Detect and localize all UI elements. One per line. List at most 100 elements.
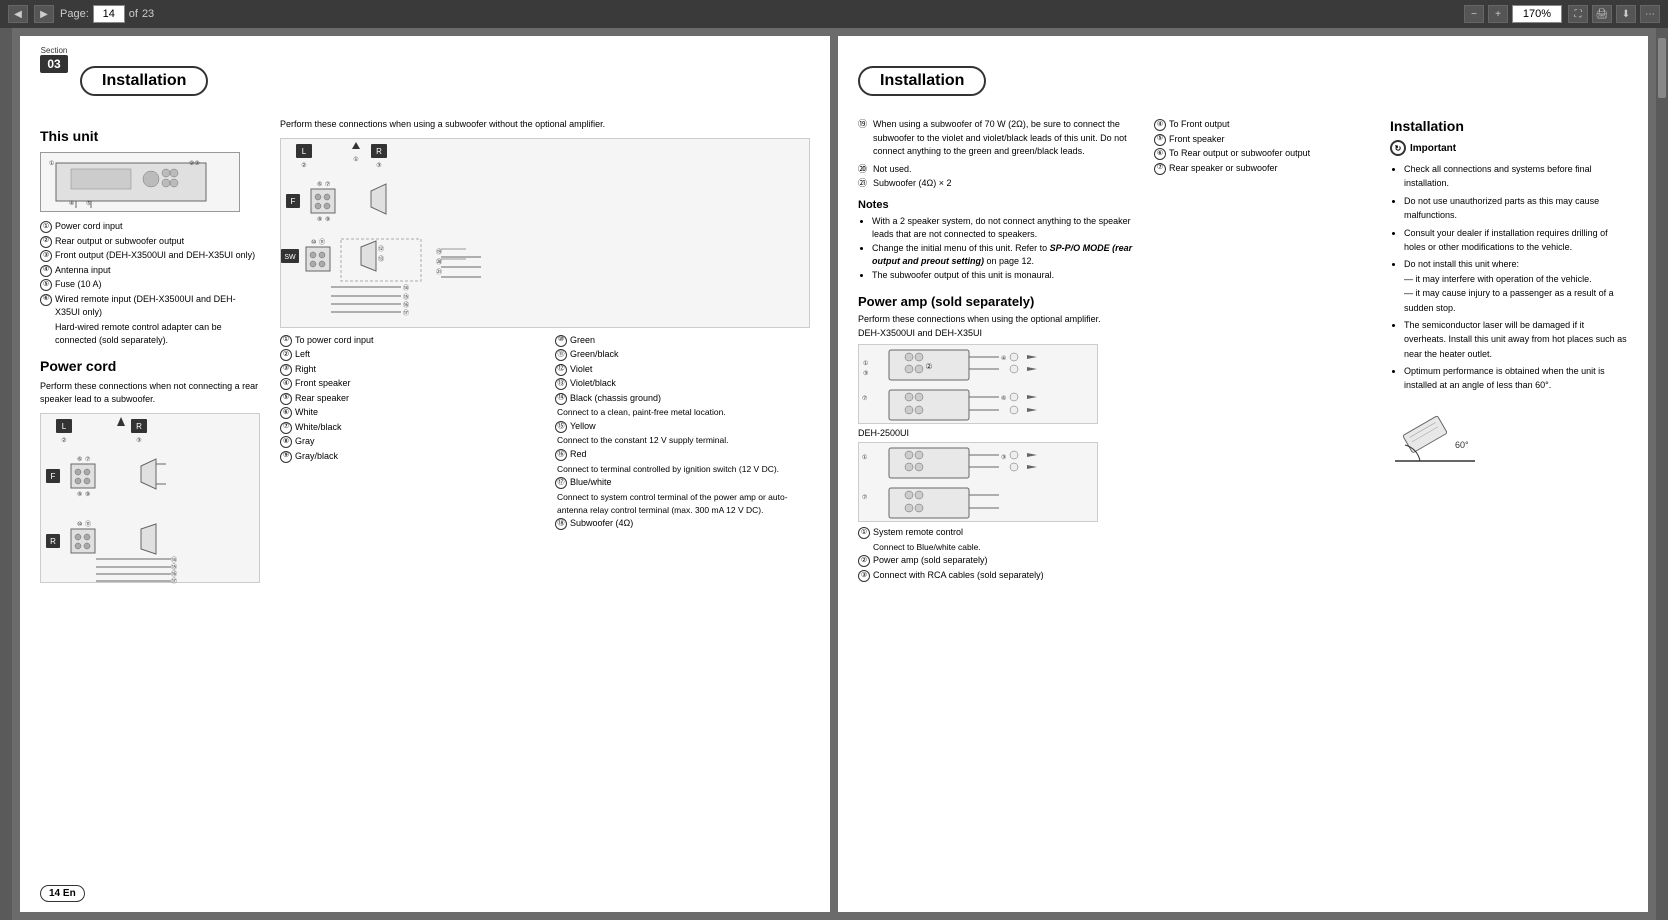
- svg-text:R: R: [50, 537, 56, 546]
- right-sidebar: [1656, 28, 1668, 920]
- nav-forward-button[interactable]: ▶: [34, 5, 54, 23]
- svg-text:③: ③: [1001, 454, 1006, 461]
- more-button[interactable]: ⋯: [1640, 5, 1660, 23]
- list-item: ⑲When using a subwoofer of 70 W (2Ω), be…: [858, 118, 1138, 159]
- amp-diagram-2: ① ③ ⑦: [858, 442, 1098, 522]
- list-item: ⑥To Rear output or subwoofer output: [1154, 147, 1374, 161]
- svg-text:⑦: ⑦: [862, 395, 867, 402]
- svg-text:⑰: ⑰: [403, 309, 409, 317]
- list-item: ⑫Violet: [555, 363, 810, 377]
- unit-diagram: ① ②③ ④ ⑤: [40, 152, 240, 212]
- notes-section: Notes With a 2 speaker system, do not co…: [858, 199, 1138, 283]
- list-item: ⑱Subwoofer (4Ω): [555, 517, 810, 531]
- svg-text:⑨: ⑨: [325, 216, 330, 223]
- list-item: ⑤Front speaker: [1154, 133, 1374, 147]
- this-unit-title: This unit: [40, 128, 260, 144]
- list-item: ③Connect with RCA cables (sold separatel…: [858, 569, 1138, 583]
- zoom-out-button[interactable]: −: [1464, 5, 1484, 23]
- svg-text:①: ①: [353, 156, 358, 163]
- list-item: Check all connections and systems before…: [1404, 162, 1628, 191]
- zoom-controls: − +: [1464, 5, 1562, 23]
- list-item: Connect to Blue/white cable.: [858, 541, 1138, 554]
- subwoofer-note-20: Not used.: [873, 163, 912, 177]
- list-item: Do not use unauthorized parts as this ma…: [1404, 194, 1628, 223]
- svg-text:⑪: ⑪: [319, 238, 325, 246]
- left-sidebar: [0, 28, 12, 920]
- svg-text:⑮: ⑮: [403, 293, 409, 301]
- list-item: With a 2 speaker system, do not connect …: [872, 215, 1138, 242]
- content-area: Section 03 Installation This unit: [0, 28, 1668, 920]
- left-col-unit: This unit: [40, 118, 260, 589]
- fullscreen-button[interactable]: ⛶: [1568, 5, 1588, 23]
- nav-back-button[interactable]: ◀: [8, 5, 28, 23]
- this-unit-list: ①Power cord input ②Rear output or subwoo…: [40, 220, 260, 348]
- pages-container: Section 03 Installation This unit: [12, 28, 1656, 920]
- svg-text:④: ④: [1001, 355, 1006, 362]
- list-item: ①To power cord input: [280, 334, 535, 348]
- list-item: ⑦Rear speaker or subwoofer: [1154, 162, 1374, 176]
- list-item: ②Rear output or subwoofer output: [40, 235, 260, 249]
- power-cord-title: Power cord: [40, 358, 260, 374]
- list-item: ③Front output (DEH-X3500UI and DEH-X35UI…: [40, 249, 260, 263]
- scroll-indicator[interactable]: [1658, 38, 1666, 98]
- wiring-svg-1: L ② R ③ F: [41, 414, 261, 584]
- angle-diagram: 60°: [1390, 403, 1470, 463]
- left-col-connections: Perform these connections when using a s…: [280, 118, 810, 589]
- svg-text:⑭: ⑭: [403, 284, 409, 292]
- svg-text:④: ④: [69, 200, 74, 207]
- download-button[interactable]: ⬇: [1616, 5, 1636, 23]
- list-item: Connect to a clean, paint-free metal loc…: [555, 406, 810, 419]
- unit-svg: ① ②③ ④ ⑤: [41, 153, 241, 213]
- list-item: ③Right: [280, 363, 535, 377]
- svg-text:③: ③: [136, 437, 141, 444]
- svg-text:⑯: ⑯: [171, 570, 177, 578]
- svg-text:⑩: ⑩: [77, 521, 82, 528]
- list-item: ⑤Fuse (10 A): [40, 278, 260, 292]
- right-col-2: ④To Front output ⑤Front speaker ⑥To Rear…: [1154, 118, 1374, 583]
- svg-text:F: F: [51, 472, 56, 481]
- section-text: Section: [41, 46, 68, 55]
- list-item: ①System remote control: [858, 526, 1138, 540]
- connections-col1: ①To power cord input ②Left ③Right ④Front…: [280, 334, 535, 532]
- list-item: ⑯Red: [555, 448, 810, 462]
- right-page: Installation ⑲When using a subwoofer of …: [838, 36, 1648, 912]
- connections-col2: ⑩Green ⑪Green/black ⑫Violet ⑬Violet/blac…: [555, 334, 810, 532]
- list-item: ②Power amp (sold separately): [858, 554, 1138, 568]
- list-item: Optimum performance is obtained when the…: [1404, 364, 1628, 393]
- important-badge: ↻ Important: [1390, 140, 1628, 156]
- list-item: Connect to the constant 12 V supply term…: [555, 434, 810, 447]
- list-item: ①Power cord input: [40, 220, 260, 234]
- connections-cols: ①To power cord input ②Left ③Right ④Front…: [280, 334, 810, 532]
- subwoofer-note-19: When using a subwoofer of 70 W (2Ω), be …: [873, 118, 1138, 159]
- list-item: ⑬Violet/black: [555, 377, 810, 391]
- section-number: 03: [40, 55, 68, 73]
- toolbar: ◀ ▶ Page: of 23 − + ⛶ 🖨 ⬇ ⋯: [0, 0, 1668, 28]
- conn-list-2: ⑩Green ⑪Green/black ⑫Violet ⑬Violet/blac…: [555, 334, 810, 531]
- zoom-in-button[interactable]: +: [1488, 5, 1508, 23]
- svg-text:⑮: ⑮: [171, 563, 177, 571]
- print-button[interactable]: 🖨: [1592, 5, 1612, 23]
- list-item: ⑭Black (chassis ground): [555, 392, 810, 406]
- list-item: ㉑Subwoofer (4Ω) × 2: [858, 177, 1138, 191]
- list-item: ⑪Green/black: [555, 348, 810, 362]
- power-cord-wiring: L ② R ③ F: [40, 413, 260, 583]
- svg-text:L: L: [302, 147, 307, 156]
- power-amp-desc: Perform these connections when using the…: [858, 313, 1138, 327]
- deh2500-list: ①System remote control Connect to Blue/w…: [858, 526, 1138, 582]
- subwoofer-wiring: L ② ① R ③ F: [280, 138, 810, 328]
- svg-text:⑯: ⑯: [403, 301, 409, 309]
- zoom-input[interactable]: [1512, 5, 1562, 23]
- svg-text:R: R: [136, 422, 142, 431]
- left-content: This unit: [40, 118, 810, 589]
- list-item: ②Left: [280, 348, 535, 362]
- svg-text:⑧: ⑧: [317, 216, 322, 223]
- section-badge: Section 03: [40, 46, 68, 73]
- amp-svg-2: ① ③ ⑦: [859, 443, 1099, 523]
- power-cord-desc: Perform these connections when not conne…: [40, 380, 260, 407]
- list-item: The semiconductor laser will be damaged …: [1404, 318, 1628, 361]
- svg-text:60°: 60°: [1455, 440, 1469, 450]
- svg-text:⑬: ⑬: [378, 255, 384, 263]
- subwoofer-notes-list: ⑲When using a subwoofer of 70 W (2Ω), be…: [858, 118, 1138, 191]
- list-item: ④Front speaker: [280, 377, 535, 391]
- page-number-input[interactable]: [93, 5, 125, 23]
